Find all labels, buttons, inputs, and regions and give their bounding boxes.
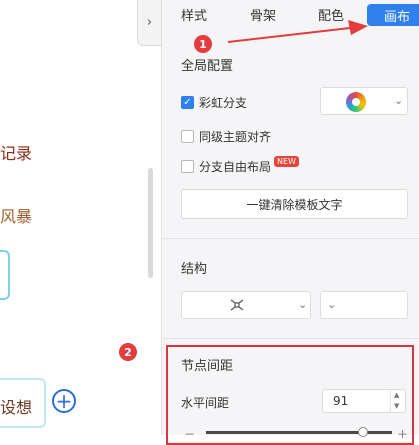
annotation-badge-1: 1 (194, 35, 212, 53)
free-layout-label: 分支自由布局 (199, 160, 272, 174)
structure-title: 结构 (181, 262, 208, 277)
annotation-badge-2: 2 (119, 343, 137, 361)
align-checkbox[interactable] (181, 130, 194, 143)
rainbow-color-select[interactable]: ⌄ (320, 87, 408, 115)
new-badge: NEW (274, 156, 299, 167)
add-node-button[interactable]: + (52, 389, 76, 413)
chevron-down-icon: ⌄ (327, 298, 337, 311)
annotation-arrow-icon (227, 20, 368, 43)
structure-secondary-select[interactable]: ⌄ (320, 291, 408, 319)
section-divider (162, 338, 419, 339)
horizontal-spacing-value[interactable]: 91 (333, 394, 348, 408)
global-config-title: 全局配置 (181, 59, 234, 74)
plus-icon: + (55, 389, 73, 413)
chevron-down-icon: ⌄ (298, 298, 308, 311)
canvas-scrollbar[interactable] (148, 168, 153, 278)
slider-plus-icon[interactable]: ＋ (397, 426, 408, 442)
rainbow-branch-row[interactable]: ✓ 彩虹分支 (181, 94, 247, 111)
chevron-up-icon[interactable]: ▲ (394, 391, 399, 399)
node-spacing-title: 节点间距 (181, 359, 234, 374)
free-layout-checkbox[interactable] (181, 160, 194, 173)
align-label: 同级主题对齐 (199, 130, 272, 144)
mindmap-node-record[interactable]: 记录 (0, 140, 32, 164)
clear-template-text-button[interactable]: 一键清除模板文字 (181, 189, 408, 219)
chevron-down-icon[interactable]: ▼ (394, 402, 399, 410)
rainbow-branch-checkbox[interactable]: ✓ (181, 96, 194, 109)
horizontal-spacing-stepper[interactable]: 91 ▲ ▼ (322, 389, 406, 413)
rainbow-swatch-icon (346, 92, 366, 112)
stepper-buttons: ▲ ▼ (390, 390, 405, 412)
chevron-down-icon: ⌄ (394, 94, 404, 107)
free-layout-row[interactable]: 分支自由布局 NEW (181, 156, 299, 175)
rainbow-branch-label: 彩虹分支 (199, 96, 248, 110)
mindmap-node-idea[interactable]: 设想 (0, 394, 32, 418)
structure-select[interactable]: ⌄ (181, 291, 311, 319)
section-divider (162, 238, 419, 239)
mindmap-node-box[interactable] (0, 250, 10, 300)
mindmap-node-storm[interactable]: 风暴 (0, 203, 32, 227)
align-row[interactable]: 同级主题对齐 (181, 128, 271, 145)
structure-layout-icon (230, 299, 244, 311)
horizontal-spacing-label: 水平间距 (181, 396, 230, 410)
slider-minus-icon[interactable]: － (184, 426, 195, 442)
spacing-slider-thumb[interactable] (358, 427, 368, 437)
